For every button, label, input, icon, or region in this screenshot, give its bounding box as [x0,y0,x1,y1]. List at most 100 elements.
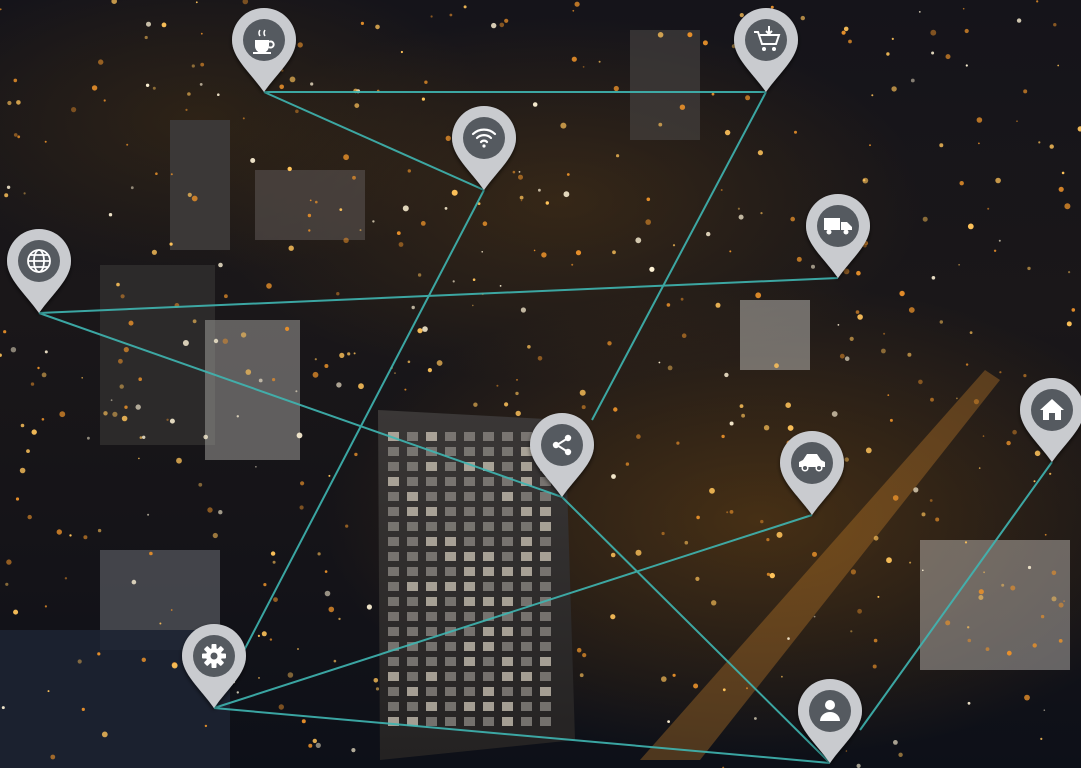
city-light [582,653,587,658]
city-light [1,706,5,710]
tower-window [388,612,399,621]
city-light [152,86,156,90]
city-light [328,474,331,477]
tower-window [445,702,456,711]
city-light [582,66,585,68]
city-light [135,404,141,410]
city-light [375,24,380,30]
tower-window [502,522,513,531]
tower-window [426,477,437,486]
city-light [339,208,343,212]
tower-window [407,552,418,561]
tower-window [426,552,437,561]
city-light [607,341,612,346]
tower-window [464,702,475,711]
city-light [116,282,120,287]
tower-window [445,522,456,531]
city-light [44,350,48,354]
city-light [739,13,744,18]
city-light [579,673,584,678]
city-light [411,305,415,310]
city-light [250,158,256,163]
tower-window [407,612,418,621]
city-light [245,369,252,375]
city-light [417,273,422,277]
city-light [709,487,715,494]
city-light [315,742,321,749]
city-light [680,297,684,301]
city-light [279,84,285,90]
city-light [16,100,21,105]
city-light [667,720,670,723]
city-light [1012,429,1017,435]
city-light [695,576,700,582]
city-light [343,154,349,161]
city-light [873,638,878,643]
tower-window [502,552,513,561]
city-light [64,577,68,580]
city-light [394,372,396,374]
city-light [931,276,936,280]
city-light [1032,643,1037,648]
city-light [613,85,619,92]
tower-window [540,552,551,561]
city-light [532,102,538,107]
tower-window [407,432,418,441]
city-light [111,0,117,4]
city-light [978,589,984,595]
city-light [908,307,915,313]
city-light [149,551,153,556]
city-light [978,467,981,469]
city-light [430,15,433,18]
city-light [195,1,198,4]
tower-window [521,642,532,651]
tower-window [502,597,513,606]
city-light [417,328,423,334]
city-light [336,382,342,388]
city-light [1006,650,1012,656]
city-light [473,402,478,407]
city-light [101,731,108,738]
city-light [312,371,319,378]
tower-window [388,582,399,591]
tower-window [426,432,437,441]
city-light [1040,614,1045,619]
tower-window [407,627,418,636]
city-light [199,83,203,86]
city-light [1043,709,1046,711]
city-light [571,56,577,62]
tower-window [521,537,532,546]
city-light [171,662,178,669]
city-light [865,447,872,454]
city-light [999,371,1002,374]
city-light [504,402,509,407]
city-light [222,338,228,344]
city-light [15,497,20,501]
city-light [839,353,845,359]
tower-window [502,687,513,696]
city-light [849,336,854,341]
city-light [1058,602,1064,608]
tower-window [426,462,437,471]
tower-window [464,597,475,606]
tower-window [464,657,475,666]
city-light [343,237,349,243]
city-light [538,188,541,192]
city-light [918,11,921,13]
city-light [930,397,934,402]
city-light [278,704,284,710]
city-light [159,622,162,625]
city-light [959,181,964,186]
tower-window [407,522,418,531]
city-light [0,353,2,357]
city-light [1066,321,1072,327]
city-light [218,510,223,515]
city-light [1010,585,1016,591]
city-light [877,595,880,598]
city-light [518,174,523,180]
city-light [729,421,734,426]
tower-window [464,522,475,531]
city-light [563,191,570,198]
tower-window [426,717,437,726]
city-light [658,361,661,364]
